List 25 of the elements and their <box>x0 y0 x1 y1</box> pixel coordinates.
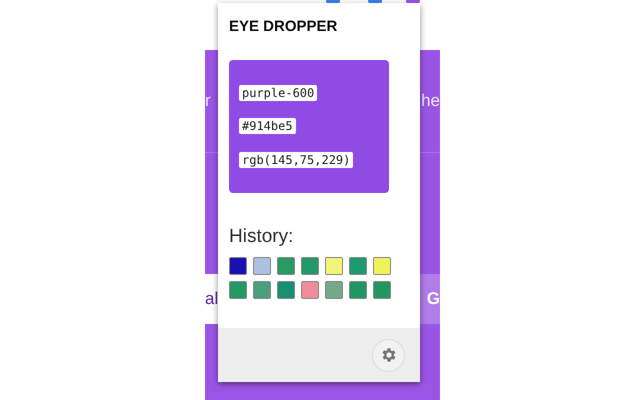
color-swatch[interactable] <box>253 257 271 275</box>
color-swatch[interactable] <box>277 281 295 299</box>
page-text: r <box>205 90 211 112</box>
page-text: al <box>205 288 218 310</box>
color-swatch[interactable] <box>229 257 247 275</box>
settings-icon <box>380 346 398 364</box>
color-swatch[interactable] <box>253 281 271 299</box>
color-swatch[interactable] <box>301 281 319 299</box>
color-swatch[interactable] <box>349 257 367 275</box>
color-code: purple-600 <box>239 84 318 100</box>
color-code: rgb(145,75,229) <box>239 152 354 168</box>
page-text: G <box>426 288 440 310</box>
color-swatch[interactable] <box>229 281 247 299</box>
color-swatch[interactable] <box>325 281 343 299</box>
color-swatch[interactable] <box>325 257 343 275</box>
color-swatch[interactable] <box>349 281 367 299</box>
color-swatch[interactable] <box>277 257 295 275</box>
history-label: History: <box>229 224 294 248</box>
color-swatch[interactable] <box>373 257 391 275</box>
color-code: #914be5 <box>239 118 296 134</box>
color-swatch[interactable] <box>373 281 391 299</box>
popup-title: EYE DROPPER <box>229 17 338 37</box>
color-swatch[interactable] <box>301 257 319 275</box>
settings-button[interactable] <box>372 338 405 372</box>
page-text: he <box>421 90 440 112</box>
